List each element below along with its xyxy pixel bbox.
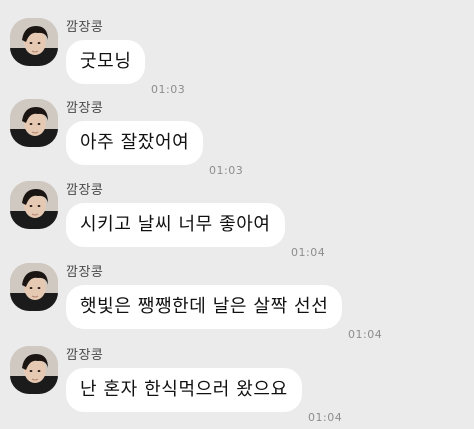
message-time: 01:03 — [209, 164, 244, 177]
sender-name: 깜장콩 — [66, 265, 104, 280]
chat-area: 깜장콩 굿모닝 01:03 깜장콩 아주 잘잤어여 01:03 깜장콩 시키고 … — [0, 0, 474, 429]
message-row: 깜장콩 햇빛은 쨍쨍한데 날은 살짝 선선 01:04 — [0, 263, 474, 345]
message-row: 깜장콩 아주 잘잤어여 01:03 — [0, 99, 474, 181]
avatar-icon — [10, 99, 58, 147]
message-row: 깜장콩 굿모닝 01:03 — [0, 18, 474, 100]
avatar-icon — [10, 181, 58, 229]
avatar-icon — [10, 263, 58, 311]
sender-name: 깜장콩 — [66, 183, 104, 198]
sender-name: 깜장콩 — [66, 20, 104, 35]
message-row: 깜장콩 시키고 날씨 너무 좋아여 01:04 — [0, 181, 474, 263]
message-bubble[interactable]: 햇빛은 쨍쨍한데 날은 살짝 선선 — [66, 285, 343, 329]
avatar[interactable] — [10, 263, 58, 311]
message-bubble[interactable]: 아주 잘잤어여 — [66, 121, 204, 165]
avatar-icon — [10, 18, 58, 66]
message-time: 01:04 — [291, 246, 326, 259]
message-time: 01:03 — [151, 83, 186, 96]
message-bubble[interactable]: 굿모닝 — [66, 40, 146, 84]
message-bubble[interactable]: 난 혼자 한식먹으러 왔으요 — [66, 368, 302, 412]
avatar-icon — [10, 346, 58, 394]
message-time: 01:04 — [308, 411, 343, 424]
sender-name: 깜장콩 — [66, 101, 104, 116]
message-time: 01:04 — [348, 328, 383, 341]
avatar[interactable] — [10, 18, 58, 66]
message-bubble[interactable]: 시키고 날씨 너무 좋아여 — [66, 203, 285, 247]
avatar[interactable] — [10, 346, 58, 394]
avatar[interactable] — [10, 99, 58, 147]
sender-name: 깜장콩 — [66, 348, 104, 363]
avatar[interactable] — [10, 181, 58, 229]
message-row: 깜장콩 난 혼자 한식먹으러 왔으요 01:04 — [0, 346, 474, 428]
